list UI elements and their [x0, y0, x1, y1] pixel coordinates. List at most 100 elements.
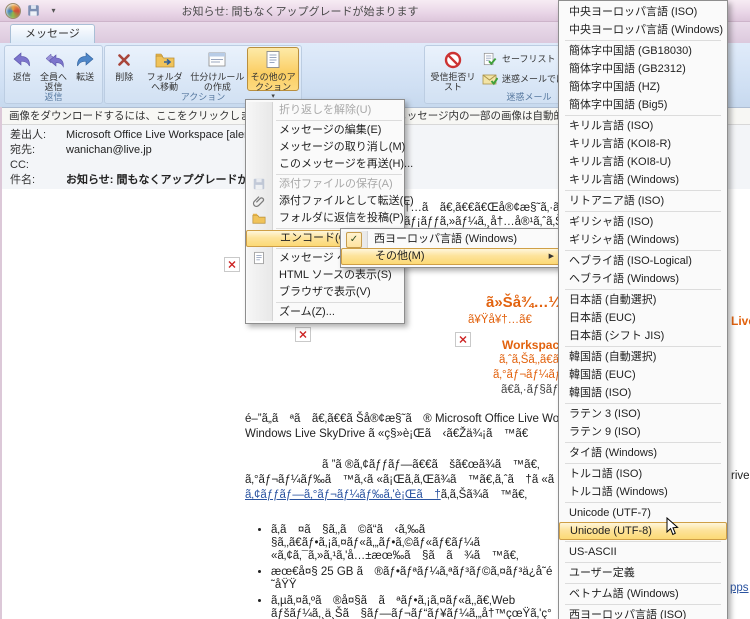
menu-item-4[interactable]: 簡体字中国語 (GB2312): [559, 60, 727, 78]
menu-item-23[interactable]: 日本語 (シフト JIS): [559, 327, 727, 345]
menu-item-25[interactable]: 韓国語 (自動選択): [559, 348, 727, 366]
menu-item-5[interactable]: 簡体字中国語 (HZ): [559, 78, 727, 96]
menu-item-8[interactable]: キリル言語 (ISO): [559, 117, 727, 135]
menu-item-label: 韓国語 (ISO): [569, 387, 631, 399]
menu-item-label: Unicode (UTF-8): [570, 525, 652, 537]
create-rule-icon: [207, 48, 227, 72]
menu-item-label: 日本語 (自動選択): [569, 294, 656, 306]
menu-item-label: 日本語 (シフト JIS): [569, 330, 664, 342]
menu-item-10[interactable]: キリル言語 (KOI8-U): [559, 153, 727, 171]
menu-item-3[interactable]: メッセージの取り消し(M): [246, 139, 404, 156]
list-item: ã‚µã‚¤ã‚ºã ®å¤§ã ã ªãƒ•ã‚¡ã‚¤ãƒ«ã‚‚ã€‚We…: [271, 595, 571, 619]
create-rule-button[interactable]: 仕分けルールの作成: [188, 47, 248, 91]
cc-label: CC:: [2, 158, 66, 173]
menu-item-30[interactable]: ラテン 9 (ISO): [559, 423, 727, 441]
office-button-icon[interactable]: [5, 3, 21, 19]
menu-item-27[interactable]: 韓国語 (ISO): [559, 384, 727, 402]
menu-item-21[interactable]: 日本語 (自動選択): [559, 291, 727, 309]
menu-item-35[interactable]: トルコ語 (Windows): [559, 483, 727, 501]
body-text: ã‚ã‚Šã¾ã ™ã€‚: [441, 489, 527, 501]
forward-button[interactable]: 転送: [70, 47, 100, 91]
from-label: 差出人:: [2, 128, 66, 143]
menu-separator: [565, 604, 721, 605]
menu-item-29[interactable]: ラテン 3 (ISO): [559, 405, 727, 423]
reply-icon: [12, 48, 32, 72]
menu-item-7[interactable]: 添付ファイルとして転送(F): [246, 193, 404, 210]
menu-separator: [565, 115, 721, 116]
menu-item-label: 折り返しを解除(U): [279, 104, 371, 116]
menu-item-1[interactable]: 中央ヨーロッパ言語 (Windows): [559, 21, 727, 39]
promo-text: ã¥Ÿå¥†…ã€: [468, 314, 532, 326]
attachment-forward-icon: [252, 194, 267, 209]
other-actions-button[interactable]: その他のアクション ▾: [247, 47, 299, 91]
upgrade-link[interactable]: ã‚¢ãƒƒãƒ—ã‚°ãƒ¬ãƒ¼ãƒ‰ã‚'è¡Œã †: [245, 489, 441, 501]
menu-item-0[interactable]: ✓西ヨーロッパ言語 (Windows): [341, 231, 560, 248]
body-text: ã ”ã ®ã‚¢ãƒƒãƒ—ã€€ã šã€œã¾ã ™ã€‚: [322, 456, 540, 472]
ribbon-group-reply: 返信 全員へ返信 転送 返信: [4, 45, 103, 104]
menu-item-label: このメッセージを再送(H)...: [279, 158, 413, 170]
block-sender-button[interactable]: 受信拒否リスト: [427, 47, 479, 91]
menu-item-32[interactable]: タイ語 (Windows): [559, 444, 727, 462]
menu-item-0: 折り返しを解除(U): [246, 102, 404, 119]
broken-image-icon: [455, 332, 471, 347]
body-text: ã‚¢ãƒƒãƒ—ã‚°ãƒ¬ãƒ¼ãƒ‰ã‚'è¡Œã †ã‚ã‚Šã¾ã ™…: [245, 486, 527, 502]
menu-item-9[interactable]: キリル言語 (KOI8-R): [559, 135, 727, 153]
message-header-icon: [252, 251, 267, 266]
menu-item-42[interactable]: ユーザー定義: [559, 564, 727, 582]
menu-item-13[interactable]: HTML ソースの表示(S): [246, 267, 404, 284]
safe-list-icon: [482, 52, 498, 66]
charset-submenu: 中央ヨーロッパ言語 (ISO)中央ヨーロッパ言語 (Windows) 簡体字中国語…: [558, 0, 728, 619]
other-actions-menu: 折り返しを解除(U) メッセージの編集(E)メッセージの取り消し(M)このメッセー…: [245, 99, 405, 324]
save-icon[interactable]: [26, 3, 41, 18]
menu-item-15[interactable]: ギリシャ語 (ISO): [559, 213, 727, 231]
menu-item-40[interactable]: US-ASCII: [559, 543, 727, 561]
window-title: お知らせ: 間もなくアップグレードが始まります: [60, 3, 540, 19]
menu-item-14[interactable]: ブラウザで表示(V): [246, 284, 404, 301]
reply-button[interactable]: 返信: [7, 47, 37, 91]
menu-item-19[interactable]: ヘブライ語 (Windows): [559, 270, 727, 288]
qat-dropdown-icon[interactable]: ▾: [46, 3, 61, 18]
menu-item-label: 添付ファイルとして転送(F): [279, 195, 414, 207]
move-to-folder-button[interactable]: フォルダへ移動: [142, 47, 188, 91]
window-left-border: [0, 107, 2, 619]
promo-text: Workspace: [502, 338, 566, 352]
reply-all-button[interactable]: 全員へ返信: [37, 47, 70, 91]
list-item: ã‚ã ¤ã §ã‚‚ã ©ã“ã ‹ã‚‰ã §ã‚‚ã€ãƒ•ã‚¡ã‚¤ã…: [271, 524, 571, 563]
menu-item-8[interactable]: フォルダに返信を投稿(P): [246, 210, 404, 227]
menu-item-37[interactable]: Unicode (UTF-7): [559, 504, 727, 522]
menu-item-2[interactable]: メッセージの編集(E): [246, 122, 404, 139]
menu-item-6[interactable]: 簡体字中国語 (Big5): [559, 96, 727, 114]
menu-item-44[interactable]: ベトナム語 (Windows): [559, 585, 727, 603]
menu-separator: [565, 211, 721, 212]
menu-item-label: ズーム(Z)...: [279, 306, 335, 318]
tab-message[interactable]: メッセージ: [10, 24, 95, 44]
menu-item-11[interactable]: キリル言語 (Windows): [559, 171, 727, 189]
menu-item-18[interactable]: ヘブライ語 (ISO-Logical): [559, 252, 727, 270]
menu-item-26[interactable]: 韓国語 (EUC): [559, 366, 727, 384]
menu-separator: [565, 403, 721, 404]
menu-item-46[interactable]: 西ヨーロッパ言語 (ISO): [559, 606, 727, 619]
menu-item-label: キリル言語 (Windows): [569, 174, 679, 186]
menu-separator: [276, 302, 402, 303]
menu-item-label: ベトナム語 (Windows): [569, 588, 679, 600]
menu-item-13[interactable]: リトアニア語 (ISO): [559, 192, 727, 210]
menu-item-38[interactable]: Unicode (UTF-8): [559, 522, 727, 540]
menu-separator: [565, 346, 721, 347]
link-fragment[interactable]: pps: [730, 582, 749, 594]
menu-separator: [565, 502, 721, 503]
menu-item-16[interactable]: ギリシャ語 (Windows): [559, 231, 727, 249]
delete-button[interactable]: 削除: [107, 47, 142, 91]
menu-item-label: 添付ファイルの保存(A): [279, 178, 393, 190]
menu-item-16[interactable]: ズーム(Z)...: [246, 304, 404, 321]
menu-item-3[interactable]: 簡体字中国語 (GB18030): [559, 42, 727, 60]
menu-item-label: 簡体字中国語 (Big5): [569, 99, 667, 111]
menu-item-label: 日本語 (EUC): [569, 312, 636, 324]
menu-item-22[interactable]: 日本語 (EUC): [559, 309, 727, 327]
menu-item-34[interactable]: トルコ語 (ISO): [559, 465, 727, 483]
menu-item-4[interactable]: このメッセージを再送(H)...: [246, 156, 404, 173]
menu-item-0[interactable]: 中央ヨーロッパ言語 (ISO): [559, 3, 727, 21]
menu-item-1[interactable]: その他(M)▶: [341, 248, 560, 265]
body-text: Windows Live SkyDrive ã «ç§»è¡Œã ‹ã€Žä¾¡…: [245, 425, 528, 441]
move-folder-icon: [155, 48, 175, 72]
checkmark-icon: ✓: [346, 232, 362, 248]
